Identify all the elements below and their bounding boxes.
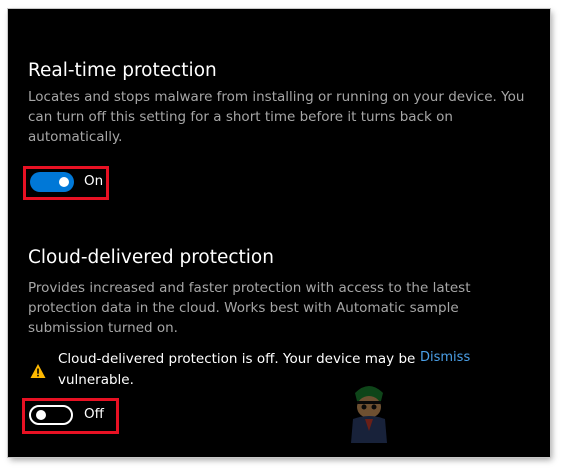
appuals-mascot-watermark xyxy=(351,386,387,443)
realtime-protection-toggle[interactable] xyxy=(30,172,74,192)
cloud-toggle-state: Off xyxy=(84,406,104,422)
realtime-protection-description: Locates and stops malware from installin… xyxy=(28,89,525,145)
settings-panel: Real-time protection Locates and stops m… xyxy=(8,9,550,457)
realtime-protection-title: Real-time protection xyxy=(28,60,217,81)
toggle-knob xyxy=(36,410,46,420)
realtime-toggle-state: On xyxy=(84,173,104,189)
warning-icon xyxy=(30,364,46,378)
dismiss-link[interactable]: Dismiss xyxy=(420,350,470,365)
toggle-knob xyxy=(59,177,69,187)
cloud-protection-description: Provides increased and faster protection… xyxy=(28,280,471,336)
cloud-protection-title: Cloud-delivered protection xyxy=(28,247,274,268)
cloud-protection-toggle[interactable] xyxy=(29,405,73,425)
